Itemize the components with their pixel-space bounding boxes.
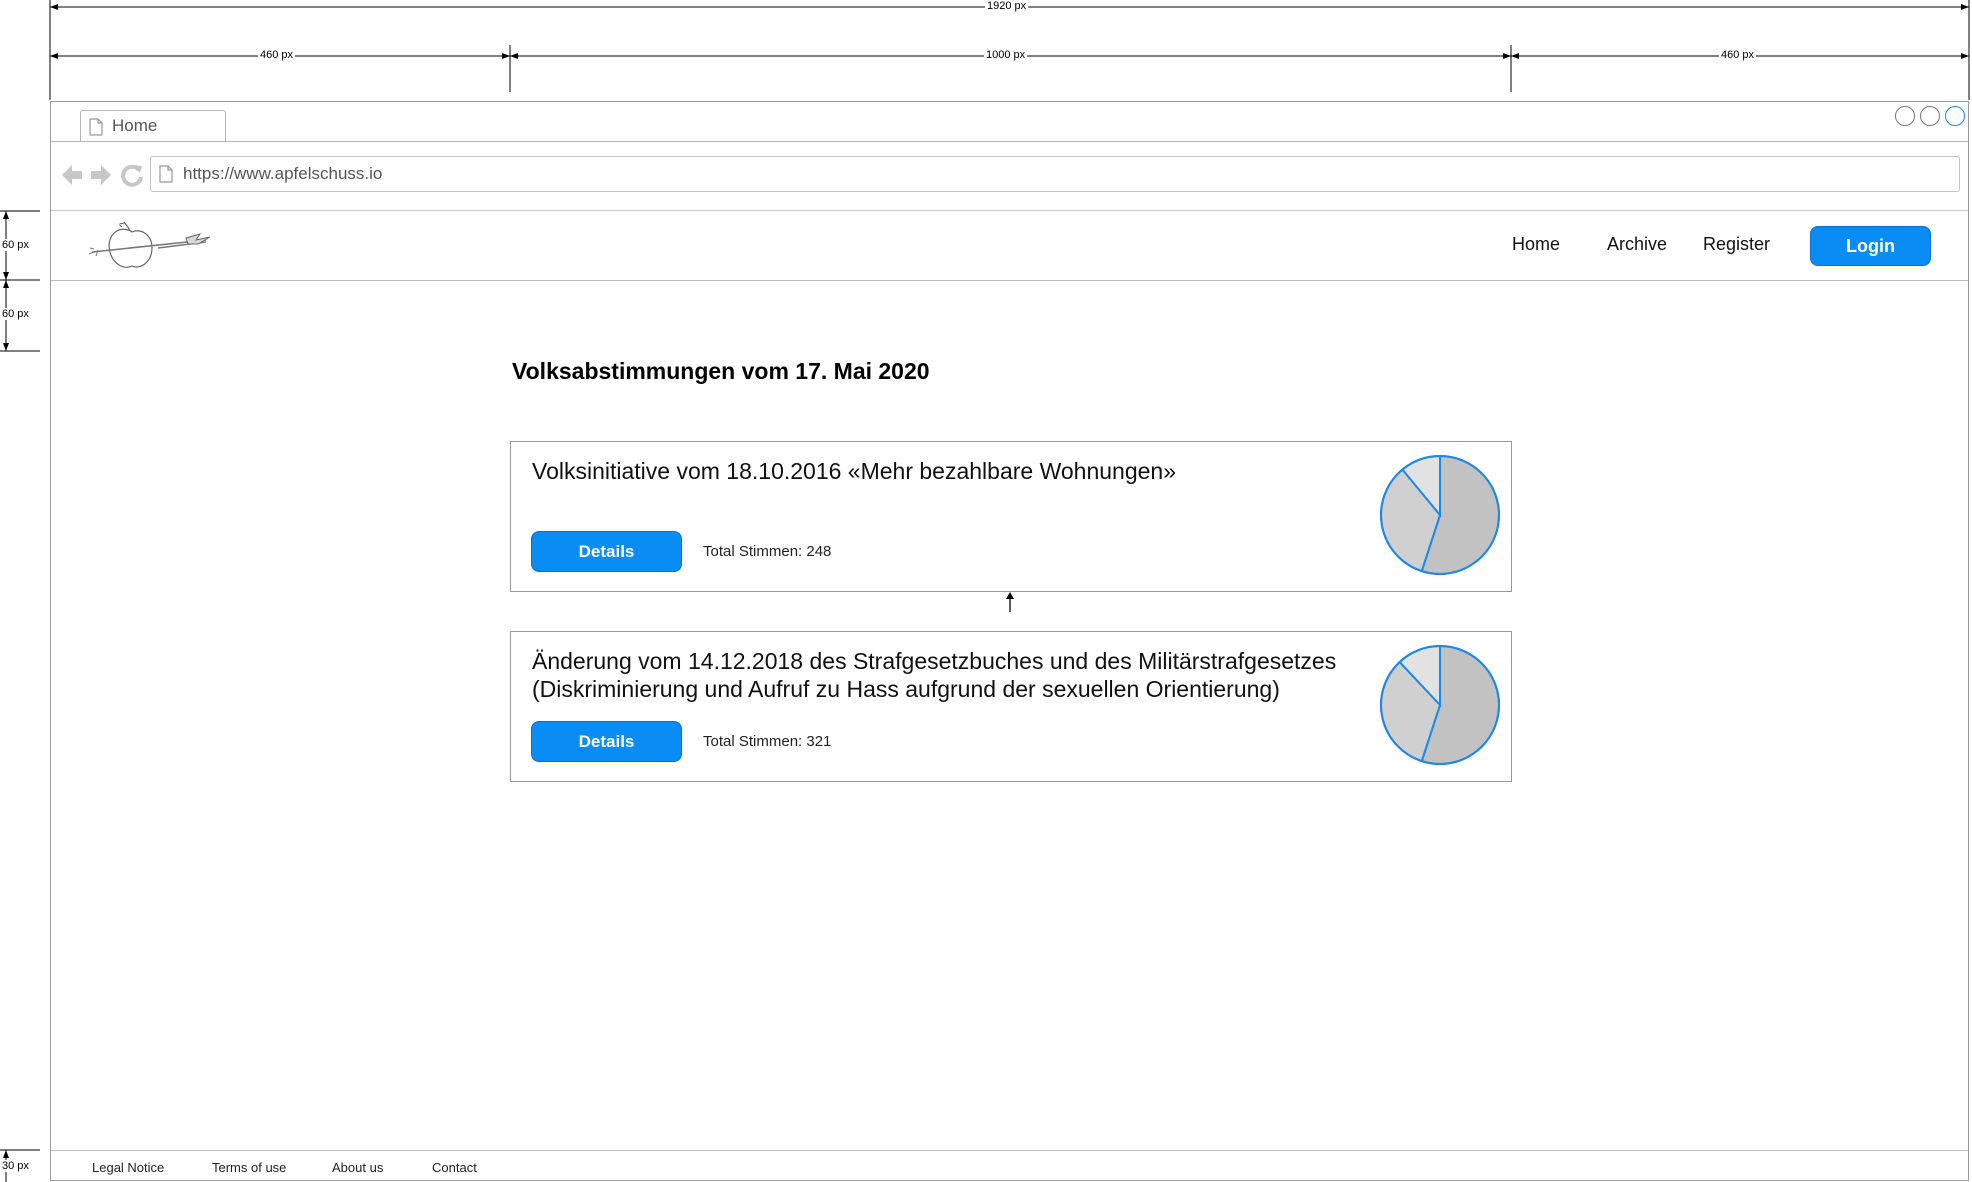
details-button[interactable]: Details — [531, 531, 682, 572]
apple-arrow-logo[interactable] — [88, 218, 213, 279]
dimension-label: 1920 px — [985, 0, 1029, 12]
page-icon — [159, 165, 173, 188]
result-pie-chart — [1380, 644, 1500, 765]
nav-register[interactable]: Register — [1703, 234, 1770, 255]
vote-title: Volksinitiative vom 18.10.2016 «Mehr bez… — [532, 458, 1176, 484]
footer-legal-notice[interactable]: Legal Notice — [92, 1160, 164, 1175]
page-icon — [89, 118, 103, 141]
vote-title: Änderung vom 14.12.2018 des Strafgesetzb… — [532, 648, 1337, 702]
dimension-label: 1000 px — [984, 49, 1028, 61]
footer-contact[interactable]: Contact — [432, 1160, 477, 1175]
close-icon[interactable] — [1945, 106, 1965, 126]
dimension-label: 30 px — [0, 1160, 31, 1172]
nav-home[interactable]: Home — [1512, 234, 1560, 255]
dimension-label: 460 px — [1719, 49, 1757, 61]
footer-about-us[interactable]: About us — [332, 1160, 383, 1175]
tab-label: Home — [112, 116, 158, 135]
minimize-icon[interactable] — [1895, 106, 1915, 126]
page-title: Volksabstimmungen vom 17. Mai 2020 — [512, 358, 930, 384]
browser-chrome-divider — [51, 210, 1968, 211]
login-button[interactable]: Login — [1810, 226, 1931, 266]
total-votes: Total Stimmen: 321 — [703, 733, 832, 750]
header-divider — [51, 280, 1968, 281]
nav-archive[interactable]: Archive — [1607, 234, 1667, 255]
total-votes: Total Stimmen: 248 — [703, 543, 832, 560]
dimension-label: 460 px — [258, 49, 296, 61]
maximize-icon[interactable] — [1920, 106, 1940, 126]
arrow-up-icon — [1004, 591, 1016, 618]
back-arrow-icon[interactable] — [60, 162, 84, 193]
footer-divider — [51, 1150, 1968, 1151]
address-bar[interactable]: https://www.apfelschuss.io — [150, 156, 1960, 192]
reload-icon[interactable] — [119, 162, 145, 193]
dimension-label: 60 px — [0, 308, 31, 320]
result-pie-chart — [1380, 454, 1500, 575]
url-text: https://www.apfelschuss.io — [183, 164, 383, 183]
vote-card-2: Änderung vom 14.12.2018 des Strafgesetzb… — [510, 631, 1512, 782]
footer-terms-of-use[interactable]: Terms of use — [212, 1160, 286, 1175]
details-button[interactable]: Details — [531, 721, 682, 762]
tab-strip-divider — [51, 141, 1968, 142]
browser-tab[interactable]: Home — [80, 110, 226, 142]
dimension-label: 60 px — [0, 239, 31, 251]
vote-card-1: Volksinitiative vom 18.10.2016 «Mehr bez… — [510, 441, 1512, 592]
forward-arrow-icon[interactable] — [89, 162, 113, 193]
